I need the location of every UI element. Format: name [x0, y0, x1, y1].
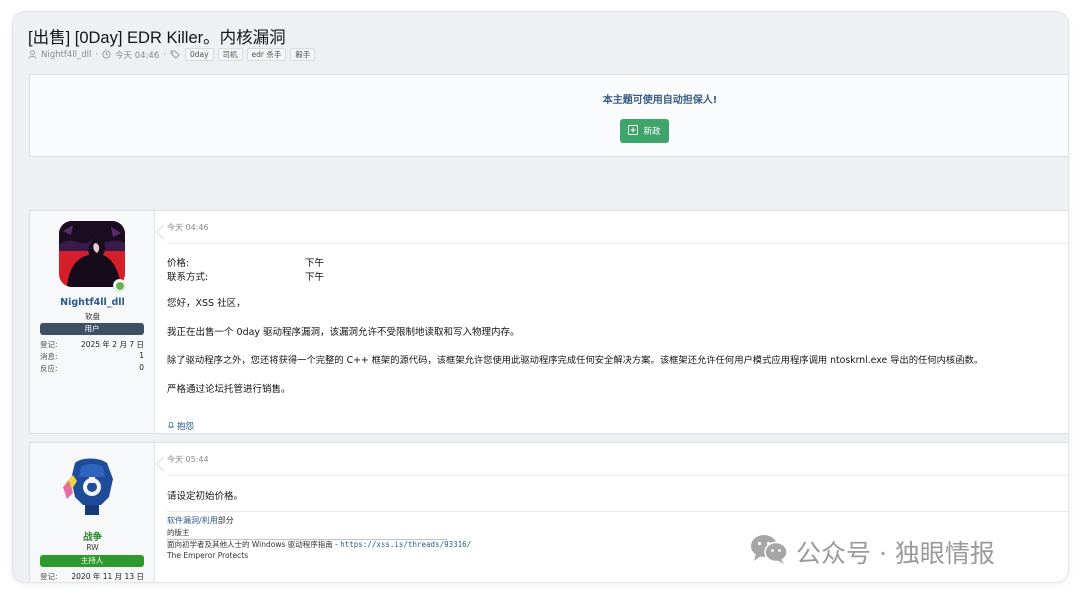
thread-tag[interactable]: 毅手 [290, 48, 316, 61]
thread-tag[interactable]: 司机 [217, 48, 243, 61]
meta-separator: · [163, 49, 166, 60]
user-stat-registered: 登记: 2020 年 11 月 13 日 [40, 571, 144, 582]
signature-thread-link[interactable]: https://xss.is/threads/93316/ [340, 540, 471, 549]
watermark: 公众号 · 独眼情报 [750, 533, 995, 571]
thread-meta: Nightf4ll_dll · 今天 04:46 · 0day 司机 edr 杀… [28, 48, 316, 61]
signature-divider [167, 511, 1068, 512]
signature-text: 部分 [217, 516, 234, 525]
signature-line: The Emperor Protects [167, 551, 249, 560]
avatar[interactable] [59, 453, 125, 519]
post-user-cell: 战争 RW 主持人 登记: 2020 年 11 月 13 日 [30, 443, 155, 582]
field-value-price: 下午 [305, 258, 325, 269]
stat-label: 登记: [40, 572, 58, 581]
report-label: 抱怨 [177, 422, 195, 432]
user-title: RW [86, 543, 99, 552]
stat-value: 2025 年 2 月 7 日 [80, 340, 144, 349]
post-time[interactable]: 今天 05:44 [167, 454, 209, 465]
signature-text: 面向初学者及其他人士的 Windows 驱动程序指南 - [167, 540, 341, 549]
user-icon [28, 50, 37, 59]
thread-time[interactable]: 今天 04:46 [115, 49, 159, 61]
signature-line: 面向初学者及其他人士的 Windows 驱动程序指南 - https://xss… [167, 539, 471, 550]
thread-title: [出售] [0Day] EDR Killer。内核漏洞 [28, 29, 286, 47]
thread-tag[interactable]: 0day [184, 48, 214, 61]
field-label-contact: 联系方式: [167, 272, 209, 283]
watermark-text: 公众号 · 独眼情报 [796, 539, 995, 568]
post-paragraph: 除了驱动程序之外，您还将获得一个完整的 C++ 框架的源代码，该框架允许您使用此… [167, 355, 984, 366]
plus-square-icon [628, 124, 639, 138]
post-divider [167, 243, 1068, 244]
post-username[interactable]: 战争 [30, 529, 155, 543]
user-stat-registered: 登记: 2025 年 2 月 7 日 [40, 339, 144, 350]
avatar[interactable] [59, 221, 125, 287]
stat-label: 反应: [40, 364, 58, 373]
report-link[interactable]: 抱怨 [167, 420, 194, 432]
user-banner: 用户 [40, 323, 144, 335]
stat-value: 2020 年 11 月 13 日 [71, 572, 144, 581]
stat-value: 0 [139, 363, 144, 372]
escrow-notice: 本主题可使用自动担保人! [602, 95, 718, 106]
post-divider [167, 475, 1068, 476]
post-paragraph: 您好，XSS 社区， [167, 298, 246, 309]
thread-tag[interactable]: edr 杀手 [246, 48, 287, 61]
user-stat-messages: 消息: 1 [40, 351, 144, 362]
post-user-cell: Nightf4ll_dll 软盘 用户 登记: 2025 年 2 月 7 日 消… [30, 211, 155, 433]
user-banner: 主持人 [40, 555, 144, 567]
post-paragraph: 严格通过论坛托管进行销售。 [167, 384, 291, 395]
clock-icon [102, 50, 111, 59]
thread-author[interactable]: Nightf4ll_dll [41, 50, 91, 60]
stat-value: 1 [139, 351, 144, 360]
wechat-icon [750, 533, 788, 571]
user-title: 软盘 [85, 312, 100, 321]
post-username[interactable]: Nightf4ll_dll [30, 297, 155, 308]
signature-section-link[interactable]: 软件漏洞/利用 [167, 516, 218, 525]
escrow-button-label: 新政 [643, 127, 661, 137]
post-arrow [155, 224, 165, 240]
stat-label: 登记: [40, 340, 58, 349]
escrow-new-button[interactable]: 新政 [620, 119, 669, 143]
stat-label: 消息: [40, 352, 58, 361]
tags-icon [170, 50, 181, 59]
bell-icon [167, 421, 175, 432]
post: Nightf4ll_dll 软盘 用户 登记: 2025 年 2 月 7 日 消… [29, 210, 1068, 434]
escrow-notice-block: 本主题可使用自动担保人! 新政 [29, 74, 1068, 157]
post-paragraph: 我正在出售一个 0day 驱动程序漏洞，该漏洞允许不受限制地读取和写入物理内存。 [167, 327, 520, 338]
browser-frame: [出售] [0Day] EDR Killer。内核漏洞 Nightf4ll_dl… [13, 12, 1068, 582]
signature-line: 软件漏洞/利用部分 [167, 515, 234, 526]
online-status-indicator [113, 279, 126, 292]
meta-separator: · [95, 49, 99, 60]
field-label-price: 价格: [167, 258, 190, 269]
user-stat-reactions: 反应: 0 [40, 363, 144, 374]
post-arrow [155, 456, 165, 472]
field-value-contact: 下午 [305, 272, 325, 283]
post-paragraph: 请设定初始价格。 [167, 491, 244, 502]
post-time[interactable]: 今天 04:46 [167, 222, 209, 233]
